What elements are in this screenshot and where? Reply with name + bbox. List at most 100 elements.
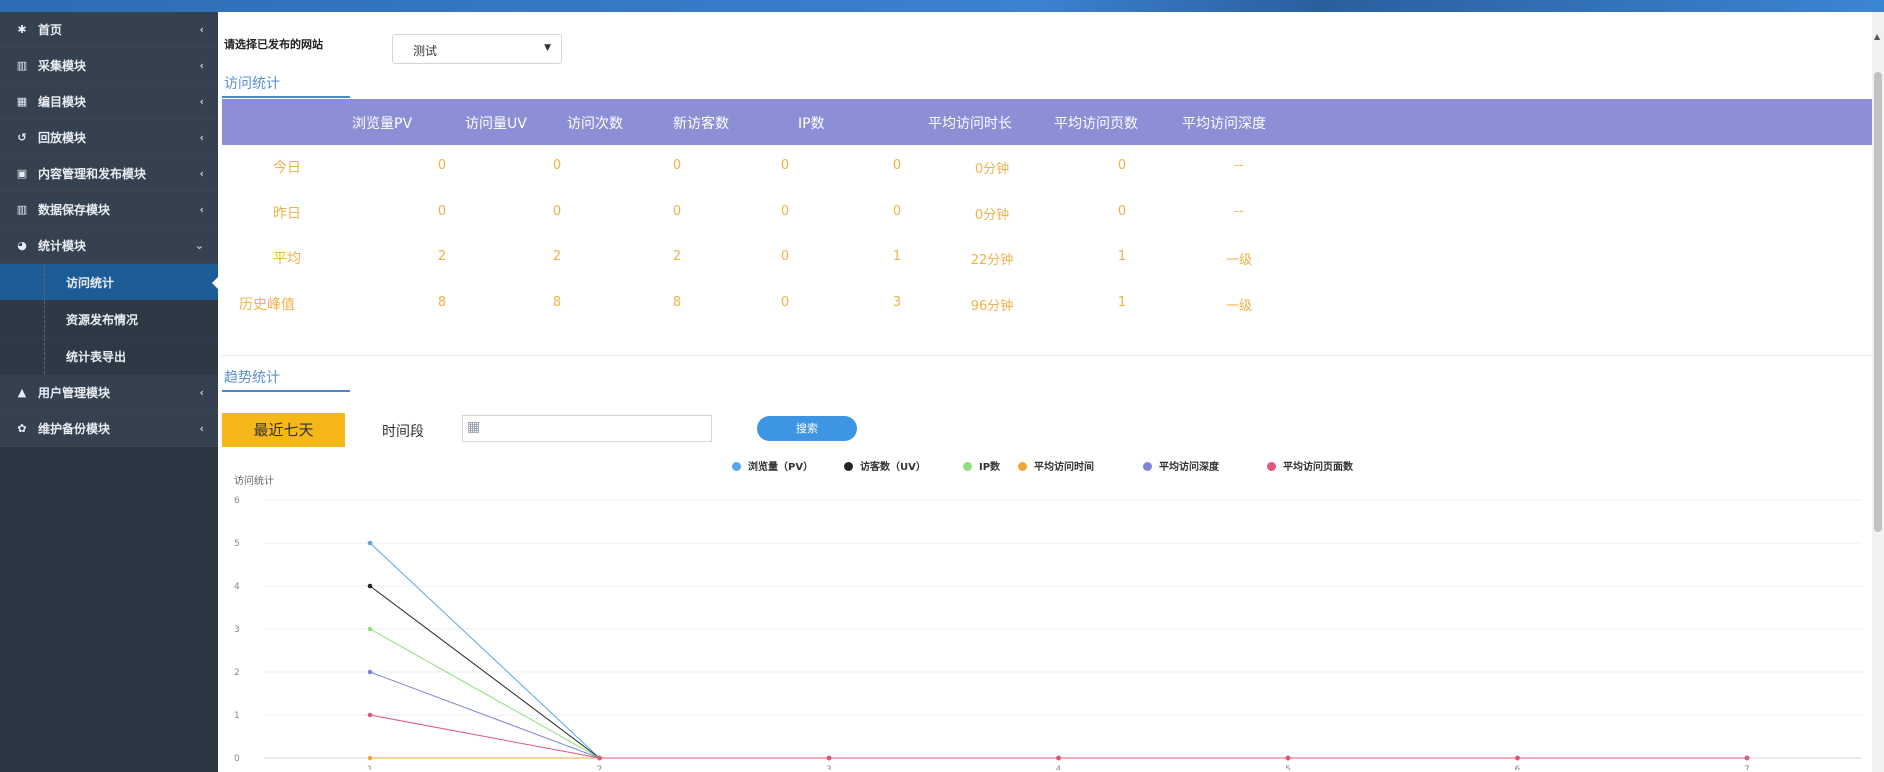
table-cell: 0 — [552, 204, 562, 219]
sidebar-item-label: 编目模块 — [38, 95, 87, 109]
chevron-down-icon: ▼ — [544, 43, 551, 53]
y-tick-label: 2 — [234, 668, 240, 678]
x-tick-label: 7 — [1744, 765, 1750, 770]
table-cell: 一级 — [1225, 299, 1252, 314]
table-cell: 0 — [780, 249, 790, 264]
x-tick-label: 6 — [1515, 765, 1521, 770]
section-divider — [222, 355, 1872, 356]
sidebar-item-1[interactable]: ▥ 采集模块 ‹ — [0, 48, 218, 84]
table-cell: 8 — [437, 295, 447, 310]
data-point — [1744, 755, 1750, 761]
data-point — [367, 712, 373, 718]
table-cell: 0 — [892, 204, 902, 219]
site-select-label: 请选择已发布的网站 — [224, 38, 323, 51]
series-line — [369, 628, 1747, 759]
table-cell: 0 — [437, 204, 447, 219]
sidebar-item-label: 回放模块 — [38, 131, 87, 145]
sidebar-subitem-label: 访问统计 — [66, 275, 115, 290]
tree-guide-line — [44, 264, 45, 300]
sidebar-subitem-2[interactable]: 统计表导出 — [0, 338, 218, 375]
sidebar-subitem-label: 统计表导出 — [66, 349, 127, 364]
home-icon: ✱ — [17, 23, 27, 36]
chevron-left-icon: ‹ — [199, 167, 204, 180]
sidebar-item-label: 用户管理模块 — [38, 386, 111, 400]
table-header-cell: 平均访问页数 — [1054, 116, 1138, 132]
table-cell: 0 — [552, 158, 562, 173]
y-tick-label: 4 — [234, 582, 240, 592]
data-point — [367, 669, 373, 675]
site-select[interactable]: 测试 ▼ — [392, 34, 562, 64]
table-cell: 一级 — [1225, 253, 1252, 268]
table-cell: 2 — [437, 249, 447, 264]
row-label: 历史峰值 — [239, 297, 295, 313]
tab-visit-stats[interactable]: 访问统计 — [224, 73, 280, 93]
x-tick-label: 3 — [826, 765, 832, 770]
chevron-left-icon: ‹ — [199, 203, 204, 216]
calendar-icon: ▦ — [467, 419, 481, 435]
table-header-cell: 新访客数 — [673, 116, 729, 132]
table-cell: 0 — [780, 204, 790, 219]
table-cell: 0 — [1117, 158, 1127, 173]
search-button[interactable]: 搜索 — [757, 416, 857, 441]
x-tick-label: 1 — [367, 765, 373, 770]
table-header-cell: 浏览量PV — [352, 116, 413, 132]
date-range-input[interactable]: ▦ — [462, 415, 712, 442]
bar-chart-icon: ▥ — [16, 59, 28, 72]
chevron-left-icon: ‹ — [199, 422, 204, 435]
table-cell: 0 — [672, 204, 682, 219]
table-cell: 0 — [780, 158, 790, 173]
table-cell: 1 — [1117, 295, 1127, 310]
table-cell: -- — [1234, 158, 1244, 173]
page-scrollbar[interactable]: ▲ — [1872, 12, 1884, 772]
table-cell: 1 — [1117, 249, 1127, 264]
chevron-left-icon: ‹ — [199, 23, 204, 36]
bar-chart-icon: ▥ — [16, 203, 28, 216]
tree-guide-line — [44, 301, 45, 337]
sidebar-item-5[interactable]: ▥ 数据保存模块 ‹ — [0, 192, 218, 228]
data-point — [367, 755, 373, 761]
sidebar-subitem-0[interactable]: 访问统计 — [0, 264, 219, 301]
top-header-bar — [0, 0, 1884, 12]
table-header-cell: 访问次数 — [567, 116, 623, 132]
sidebar-item-after-1[interactable]: ✿ 维护备份模块 ‹ — [0, 411, 218, 447]
data-point — [826, 755, 832, 761]
table-cell: 22分钟 — [970, 253, 1014, 268]
y-tick-label: 3 — [234, 625, 240, 635]
replay-icon: ↺ — [17, 131, 27, 144]
table-cell: 2 — [552, 249, 562, 264]
sidebar-item-6[interactable]: ◕ 统计模块 ⌄ — [0, 228, 218, 264]
tab-trend-stats[interactable]: 趋势统计 — [224, 367, 280, 387]
scrollbar-thumb[interactable] — [1874, 72, 1882, 532]
sidebar-item-label: 首页 — [38, 23, 63, 37]
scroll-up-icon[interactable]: ▲ — [1874, 32, 1880, 41]
table-cell: 96分钟 — [970, 299, 1014, 314]
y-tick-label: 1 — [234, 711, 240, 721]
chevron-left-icon: ‹ — [199, 386, 204, 399]
table-header-cell: 访问量UV — [465, 116, 527, 132]
table-cell: 0分钟 — [974, 208, 1010, 223]
table-cell: -- — [1234, 204, 1244, 219]
user-icon: ▲ — [17, 386, 27, 399]
table-cell: 0 — [892, 158, 902, 173]
row-label: 今日 — [273, 160, 301, 176]
data-point — [1285, 755, 1291, 761]
sidebar-item-0[interactable]: ✱ 首页 ‹ — [0, 12, 218, 48]
recent-seven-days-button[interactable]: 最近七天 — [222, 413, 345, 447]
sidebar-item-4[interactable]: ▣ 内容管理和发布模块 ‹ — [0, 156, 218, 192]
data-point — [367, 540, 373, 546]
sidebar-item-3[interactable]: ↺ 回放模块 ‹ — [0, 120, 218, 156]
table-cell: 3 — [892, 295, 902, 310]
sidebar-item-label: 维护备份模块 — [38, 422, 111, 436]
data-point — [1515, 755, 1520, 761]
y-tick-label: 0 — [234, 754, 240, 764]
data-point — [1056, 755, 1061, 761]
sidebar-item-2[interactable]: ▦ 编目模块 ‹ — [0, 84, 218, 120]
table-header-cell: 平均访问深度 — [1182, 116, 1266, 132]
sidebar-subitem-1[interactable]: 资源发布情况 — [0, 301, 218, 338]
sidebar-item-label: 数据保存模块 — [38, 203, 111, 217]
stats-table-header: 浏览量PV 访问量UV 访问次数 新访客数 IP数 平均访问时长 平均访问页数 平均访问深度 — [222, 99, 1872, 145]
table-cell: 0 — [672, 158, 682, 173]
row-label: 平均 — [273, 251, 301, 267]
table-cell: 0分钟 — [974, 162, 1010, 177]
sidebar-item-after-0[interactable]: ▲ 用户管理模块 ‹ — [0, 375, 218, 411]
